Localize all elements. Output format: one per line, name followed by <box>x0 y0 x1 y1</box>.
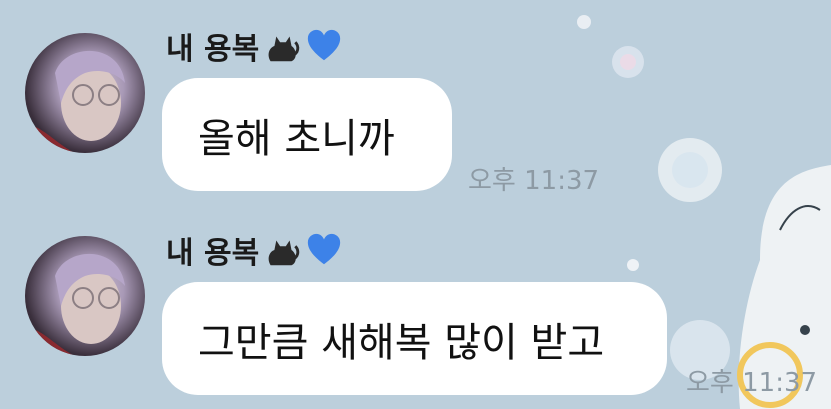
sender-name-text: 내 용복 <box>166 32 260 67</box>
blue-heart-emoji-icon <box>308 233 341 265</box>
sender-name: 내 용복 <box>166 228 343 272</box>
message-timestamp: 오후 11:37 <box>468 166 600 196</box>
sender-name-text: 내 용복 <box>166 236 260 271</box>
message-bubble[interactable]: 그만큼 새해복 많이 받고 <box>162 282 667 395</box>
message-text: 그만큼 새해복 많이 받고 <box>198 319 605 366</box>
avatar[interactable] <box>25 236 145 356</box>
message-timestamp: 오후 11:37 <box>686 368 818 398</box>
blue-heart-emoji-icon <box>308 29 341 61</box>
cat-emoji-icon <box>268 240 300 266</box>
sender-name: 내 용복 <box>166 24 343 68</box>
avatar[interactable] <box>25 33 145 153</box>
message-bubble[interactable]: 올해 초니까 <box>162 78 452 191</box>
cat-emoji-icon <box>268 36 300 62</box>
avatar-photo <box>25 253 125 356</box>
avatar-photo <box>25 50 125 153</box>
message-text: 올해 초니까 <box>198 115 395 162</box>
